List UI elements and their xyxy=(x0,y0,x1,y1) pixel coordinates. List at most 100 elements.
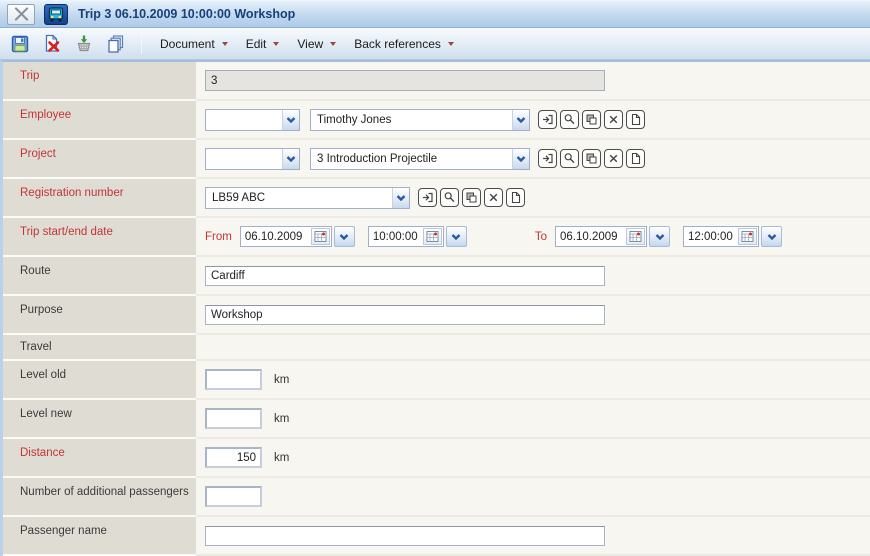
employee-assign-button[interactable] xyxy=(582,110,601,129)
level-new-input[interactable] xyxy=(205,408,262,429)
menu-back-references-label: Back references xyxy=(354,37,441,51)
title-bar: Trip 3 06.10.2009 10:00:00 Workshop xyxy=(0,0,870,28)
distance-label: Distance xyxy=(3,439,196,478)
goto-icon xyxy=(541,113,554,126)
passenger-name-label: Passenger name xyxy=(3,517,196,556)
project-new-button[interactable] xyxy=(626,149,645,168)
registration-number-combobox[interactable]: LB59 ABC xyxy=(205,187,410,209)
project-goto-button[interactable] xyxy=(538,149,557,168)
row-distance: Distance km xyxy=(3,439,870,478)
chevron-down-icon xyxy=(222,42,228,46)
bus-icon xyxy=(44,4,68,25)
menu-back-references[interactable]: Back references xyxy=(345,32,463,56)
new-document-icon xyxy=(629,152,642,165)
from-time-dropdown-button[interactable] xyxy=(446,226,467,247)
menu-edit[interactable]: Edit xyxy=(237,32,289,56)
passengers-input[interactable] xyxy=(205,486,262,507)
employee-new-button[interactable] xyxy=(626,110,645,129)
employee-goto-button[interactable] xyxy=(538,110,557,129)
copy-button[interactable] xyxy=(102,31,130,57)
window-title: Trip 3 06.10.2009 10:00:00 Workshop xyxy=(78,7,295,21)
chevron-down-icon[interactable] xyxy=(282,149,299,169)
purpose-input[interactable] xyxy=(205,305,605,325)
close-button[interactable] xyxy=(7,4,35,25)
delete-icon xyxy=(42,34,62,54)
project-search-button[interactable] xyxy=(560,149,579,168)
route-input[interactable] xyxy=(205,266,605,286)
passenger-name-input[interactable] xyxy=(205,526,605,546)
employee-label: Employee xyxy=(3,101,196,140)
chevron-down-icon xyxy=(339,234,349,240)
from-date-calendar-button[interactable] xyxy=(311,228,330,245)
to-date-input[interactable] xyxy=(556,231,626,243)
row-trip: Trip xyxy=(3,62,870,101)
registration-search-button[interactable] xyxy=(440,188,459,207)
clear-icon xyxy=(607,152,620,165)
employee-search-button[interactable] xyxy=(560,110,579,129)
checkin-button[interactable] xyxy=(70,31,98,57)
close-icon xyxy=(12,5,31,23)
employee-clear-button[interactable] xyxy=(604,110,623,129)
basket-arrow-icon xyxy=(74,34,94,54)
menu-edit-label: Edit xyxy=(246,37,267,51)
chevron-down-icon[interactable] xyxy=(392,188,409,208)
level-new-label: Level new xyxy=(3,400,196,439)
project-filter-combobox[interactable] xyxy=(205,148,300,170)
project-clear-button[interactable] xyxy=(604,149,623,168)
toolbar: Document Edit View Back references xyxy=(0,28,870,60)
chevron-down-icon[interactable] xyxy=(512,110,529,130)
from-time-input[interactable] xyxy=(369,231,423,243)
project-combobox[interactable]: 3 Introduction Projectile xyxy=(310,148,530,170)
row-route: Route xyxy=(3,257,870,296)
goto-icon xyxy=(541,152,554,165)
employee-combobox[interactable]: Timothy Jones xyxy=(310,109,530,131)
registration-new-button[interactable] xyxy=(506,188,525,207)
to-date-box xyxy=(555,226,647,247)
from-date-dropdown-button[interactable] xyxy=(334,226,355,247)
from-time-box xyxy=(368,226,444,247)
from-date-input[interactable] xyxy=(241,231,311,243)
from-time-calendar-button[interactable] xyxy=(423,228,442,245)
project-assign-button[interactable] xyxy=(582,149,601,168)
chevron-down-icon[interactable] xyxy=(282,110,299,130)
to-date-calendar-button[interactable] xyxy=(626,228,645,245)
app-window: Trip 3 06.10.2009 10:00:00 Workshop Docu… xyxy=(0,0,870,556)
level-old-unit: km xyxy=(274,374,289,386)
row-project: Project 3 Introduction Projectile xyxy=(3,140,870,179)
registration-assign-button[interactable] xyxy=(462,188,481,207)
from-date-box xyxy=(240,226,332,247)
clear-icon xyxy=(487,191,500,204)
calendar-icon xyxy=(426,230,439,243)
distance-input[interactable] xyxy=(205,447,262,468)
to-time-dropdown-button[interactable] xyxy=(761,226,782,247)
assign-icon xyxy=(585,152,598,165)
trip-field xyxy=(205,70,605,91)
distance-unit: km xyxy=(274,452,289,464)
employee-filter-combobox[interactable] xyxy=(205,109,300,131)
assign-icon xyxy=(465,191,478,204)
row-passengers: Number of additional passengers xyxy=(3,478,870,517)
to-label: To xyxy=(535,231,547,243)
route-label: Route xyxy=(3,257,196,296)
trip-dates-label: Trip start/end date xyxy=(3,218,196,257)
menu-view[interactable]: View xyxy=(288,32,345,56)
to-date-dropdown-button[interactable] xyxy=(649,226,670,247)
row-level-old: Level old km xyxy=(3,361,870,400)
delete-button[interactable] xyxy=(38,31,66,57)
menu-document-label: Document xyxy=(160,37,215,51)
row-level-new: Level new km xyxy=(3,400,870,439)
save-button[interactable] xyxy=(6,31,34,57)
copy-icon xyxy=(106,34,126,54)
purpose-label: Purpose xyxy=(3,296,196,335)
level-old-input[interactable] xyxy=(205,369,262,390)
passengers-label: Number of additional passengers xyxy=(3,478,196,517)
registration-number-value: LB59 ABC xyxy=(206,192,392,204)
registration-clear-button[interactable] xyxy=(484,188,503,207)
registration-goto-button[interactable] xyxy=(418,188,437,207)
to-time-calendar-button[interactable] xyxy=(738,228,757,245)
to-time-input[interactable] xyxy=(684,231,738,243)
menu-document[interactable]: Document xyxy=(151,32,237,56)
trip-form: Trip Employee Timothy Jones xyxy=(0,60,870,556)
trip-label: Trip xyxy=(3,62,196,101)
chevron-down-icon[interactable] xyxy=(512,149,529,169)
